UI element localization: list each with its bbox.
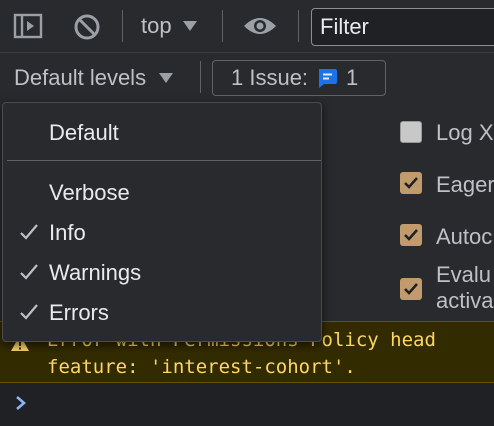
menu-item-info[interactable]: Info <box>3 213 321 253</box>
checkmark-icon <box>20 304 38 320</box>
autocomplete-checkbox[interactable] <box>400 224 422 246</box>
log-levels-menu: Default Verbose Info Warnings Errors <box>2 102 322 342</box>
issues-count: 1 <box>346 65 359 90</box>
filter-input[interactable]: Filter <box>311 8 494 46</box>
issue-message-icon <box>319 69 338 88</box>
toolbar-divider <box>222 10 223 42</box>
checkmark-icon <box>20 224 38 240</box>
evaluate-triggers-checkbox[interactable] <box>400 278 422 300</box>
issues-button[interactable]: 1 Issue: 1 <box>212 60 386 96</box>
console-prompt[interactable] <box>14 394 28 417</box>
dropdown-arrow-icon <box>159 73 174 83</box>
live-expression-eye-icon[interactable] <box>240 12 280 40</box>
dropdown-arrow-icon <box>182 21 197 31</box>
log-xhr-label: Log X <box>436 120 494 145</box>
menu-item-label: Errors <box>49 300 109 325</box>
autocomplete-label: Autoc <box>436 224 493 249</box>
menu-item-warnings[interactable]: Warnings <box>3 253 321 293</box>
menu-item-label: Default <box>49 120 119 145</box>
sidebar-toggle-icon[interactable] <box>12 12 44 40</box>
log-xhr-checkbox[interactable] <box>400 121 422 143</box>
prompt-chevron-icon <box>16 396 26 410</box>
menu-item-label: Warnings <box>49 260 142 285</box>
menu-item-label: Info <box>49 220 86 245</box>
evaluate-triggers-label-line2: activa <box>436 288 494 313</box>
context-label: top <box>141 13 172 38</box>
menu-item-default[interactable]: Default <box>3 113 321 153</box>
menu-divider <box>7 160 321 161</box>
context-selector[interactable]: top <box>141 13 198 39</box>
log-levels-label: Default levels <box>14 65 147 90</box>
checkmark-icon <box>404 229 418 241</box>
checkmark-icon <box>404 177 418 189</box>
toolbar-divider <box>298 10 299 42</box>
console-toolbar: top Filter <box>0 0 494 53</box>
issues-label: 1 Issue: <box>231 65 309 90</box>
toolbar-divider <box>122 10 123 42</box>
eager-evaluation-checkbox[interactable] <box>400 172 422 194</box>
menu-item-label: Verbose <box>49 180 130 205</box>
eager-evaluation-label: Eager <box>436 172 494 197</box>
checkmark-icon <box>20 264 38 280</box>
checkmark-icon <box>404 283 418 295</box>
evaluate-triggers-label: Evalu <box>436 262 492 287</box>
menu-item-errors[interactable]: Errors <box>3 293 321 333</box>
toolbar-divider <box>200 61 201 93</box>
log-levels-dropdown[interactable]: Default levels <box>14 65 174 91</box>
menu-item-verbose[interactable]: Verbose <box>3 173 321 213</box>
clear-console-icon[interactable] <box>72 12 102 42</box>
error-message-line-2: feature: 'interest-cohort'. <box>47 356 356 378</box>
